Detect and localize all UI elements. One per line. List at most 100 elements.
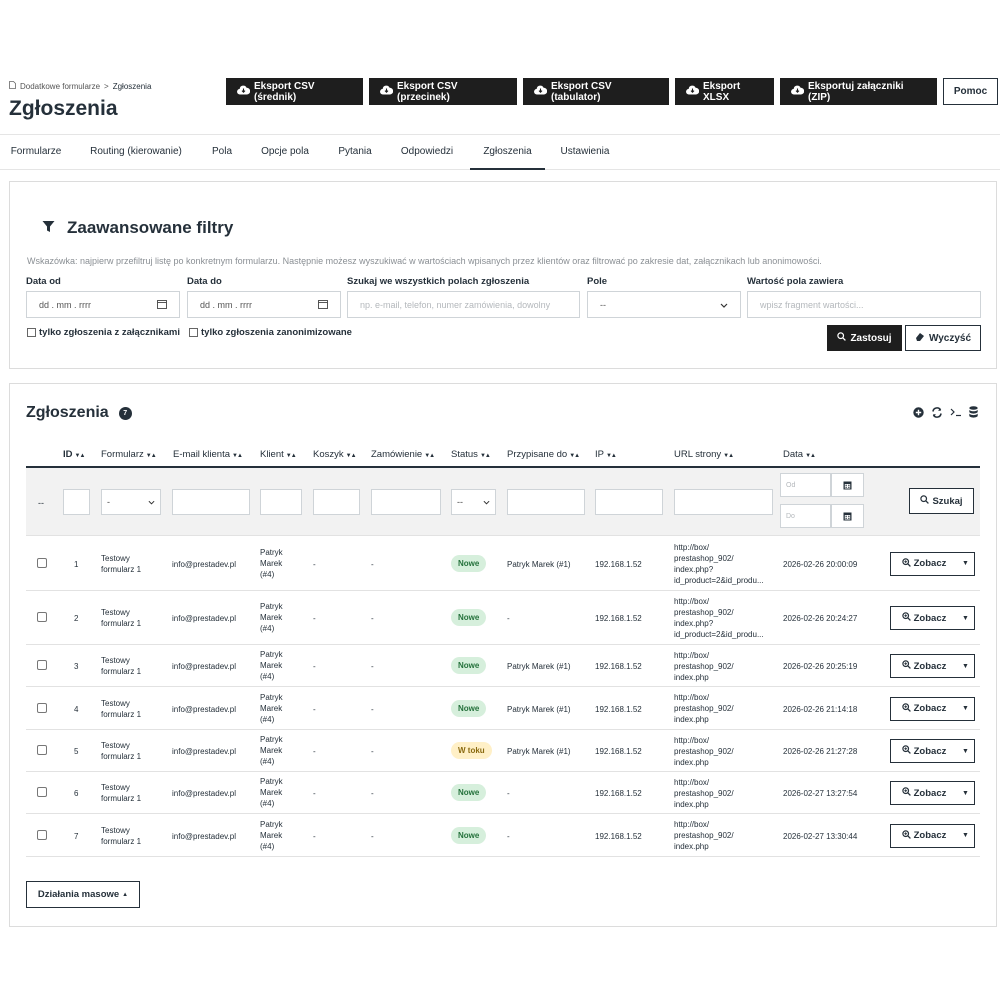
row-client[interactable]: Patryk Marek (#4) bbox=[260, 819, 283, 852]
checkbox-box[interactable] bbox=[27, 328, 36, 337]
view-button[interactable]: Zobacz bbox=[890, 606, 958, 630]
calendar-icon[interactable] bbox=[831, 504, 864, 528]
column-header-order[interactable]: Zamówienie ▼▲ bbox=[371, 449, 435, 460]
form-filter-select[interactable]: - bbox=[101, 489, 161, 515]
calendar-icon[interactable] bbox=[318, 299, 328, 311]
row-actions-dropdown[interactable]: ▼ bbox=[957, 696, 975, 721]
row-client[interactable]: Patryk Marek (#4) bbox=[260, 649, 283, 682]
row-url[interactable]: http://box/prestashop_902/index.php bbox=[674, 650, 734, 683]
tab-pola[interactable]: Pola bbox=[203, 135, 241, 170]
view-button[interactable]: Zobacz bbox=[890, 823, 958, 848]
status-filter-value: -- bbox=[457, 497, 463, 507]
refresh-icon[interactable] bbox=[931, 406, 943, 421]
row-client[interactable]: Patryk Marek (#4) bbox=[260, 692, 283, 725]
cart-filter-input[interactable] bbox=[313, 489, 360, 515]
breadcrumb-parent[interactable]: Dodatkowe formularze bbox=[20, 82, 100, 91]
apply-filters-button[interactable]: Zastosuj bbox=[827, 325, 902, 351]
export-csv-tab-button[interactable]: Eksport CSV (tabulator) bbox=[523, 78, 669, 105]
checkbox-box[interactable] bbox=[189, 328, 198, 337]
tab-zgloszenia[interactable]: Zgłoszenia bbox=[470, 135, 545, 170]
row-actions-dropdown[interactable]: ▼ bbox=[957, 606, 975, 630]
row-url[interactable]: http://box/prestashop_902/index.php? id_p… bbox=[674, 596, 764, 640]
date-to-filter-input[interactable]: Do bbox=[780, 504, 831, 528]
email-filter-input[interactable] bbox=[172, 489, 250, 515]
bulk-actions-button[interactable]: Działania masowe ▲ bbox=[26, 881, 140, 908]
column-header-email[interactable]: E-mail klienta ▼▲ bbox=[173, 449, 243, 460]
tab-formularze[interactable]: Formularze bbox=[0, 135, 72, 170]
export-csv-semicolon-button[interactable]: Eksport CSV (średnik) bbox=[226, 78, 363, 105]
row-actions-dropdown[interactable]: ▼ bbox=[957, 781, 975, 805]
id-filter-input[interactable] bbox=[63, 489, 90, 515]
date-to-input[interactable]: dd . mm . rrrr bbox=[187, 291, 341, 318]
export-csv-comma-button[interactable]: Eksport CSV (przecinek) bbox=[369, 78, 517, 105]
row-checkbox[interactable] bbox=[37, 660, 47, 670]
column-header-id[interactable]: ID ▼▲ bbox=[63, 449, 85, 460]
ip-filter-input[interactable] bbox=[595, 489, 663, 515]
column-header-client[interactable]: Klient ▼▲ bbox=[260, 449, 297, 460]
order-filter-input[interactable] bbox=[371, 489, 441, 515]
caret-down-icon: ▼ bbox=[962, 747, 969, 755]
column-header-assigned[interactable]: Przypisane do ▼▲ bbox=[507, 449, 580, 460]
client-filter-input[interactable] bbox=[260, 489, 302, 515]
tab-routing[interactable]: Routing (kierowanie) bbox=[80, 135, 192, 170]
export-xlsx-button[interactable]: Eksport XLSX bbox=[675, 78, 774, 105]
only-attachments-checkbox[interactable]: tylko zgłoszenia z załącznikami bbox=[27, 327, 180, 338]
export-zip-button[interactable]: Eksportuj załączniki (ZIP) bbox=[780, 78, 937, 105]
row-actions-dropdown[interactable]: ▼ bbox=[957, 823, 975, 848]
row-client[interactable]: Patryk Marek (#4) bbox=[260, 734, 283, 767]
row-url[interactable]: http://box/prestashop_902/index.php bbox=[674, 819, 734, 852]
view-button[interactable]: Zobacz bbox=[890, 739, 958, 763]
tab-ustawienia[interactable]: Ustawienia bbox=[553, 135, 617, 170]
only-anonymized-checkbox[interactable]: tylko zgłoszenia zanonimizowane bbox=[189, 327, 352, 338]
column-header-date[interactable]: Data ▼▲ bbox=[783, 449, 816, 460]
add-icon[interactable] bbox=[913, 406, 924, 421]
row-url[interactable]: http://box/prestashop_902/index.php bbox=[674, 777, 734, 810]
row-checkbox[interactable] bbox=[37, 787, 47, 797]
table-search-button[interactable]: Szukaj bbox=[909, 488, 974, 514]
row-actions-dropdown[interactable]: ▼ bbox=[957, 551, 975, 576]
url-filter-input[interactable] bbox=[674, 489, 773, 515]
search-all-input[interactable]: np. e-mail, telefon, numer zamówienia, d… bbox=[347, 291, 580, 318]
row-actions-dropdown[interactable]: ▼ bbox=[957, 739, 975, 763]
assigned-filter-input[interactable] bbox=[507, 489, 585, 515]
row-client[interactable]: Patryk Marek (#4) bbox=[260, 547, 283, 580]
view-button[interactable]: Zobacz bbox=[890, 654, 958, 678]
view-button[interactable]: Zobacz bbox=[890, 696, 958, 721]
row-url-line: index.php bbox=[674, 715, 709, 724]
clear-filters-button[interactable]: Wyczyść bbox=[905, 325, 981, 351]
database-icon[interactable] bbox=[969, 406, 978, 421]
calendar-icon[interactable] bbox=[157, 299, 167, 311]
field-select[interactable]: -- bbox=[587, 291, 741, 318]
column-header-form[interactable]: Formularz ▼▲ bbox=[101, 449, 157, 460]
row-checkbox[interactable] bbox=[37, 702, 47, 713]
row-client[interactable]: Patryk Marek (#4) bbox=[260, 601, 283, 634]
row-checkbox[interactable] bbox=[37, 745, 47, 755]
row-checkbox[interactable] bbox=[37, 557, 47, 568]
row-email: info@prestadev.pl bbox=[172, 747, 237, 756]
row-checkbox[interactable] bbox=[37, 612, 47, 622]
row-checkbox[interactable] bbox=[37, 829, 47, 840]
row-client[interactable]: Patryk Marek (#4) bbox=[260, 776, 283, 809]
page-title: Zgłoszenia bbox=[9, 97, 118, 120]
row-actions-dropdown[interactable]: ▼ bbox=[957, 654, 975, 678]
date-from-input[interactable]: dd . mm . rrrr bbox=[26, 291, 180, 318]
tab-odpowiedzi[interactable]: Odpowiedzi bbox=[392, 135, 462, 170]
row-url[interactable]: http://box/prestashop_902/index.php? id_p… bbox=[674, 542, 764, 586]
help-button[interactable]: Pomoc bbox=[943, 78, 998, 105]
row-url[interactable]: http://box/prestashop_902/index.php bbox=[674, 692, 734, 725]
row-url[interactable]: http://box/prestashop_902/index.php bbox=[674, 735, 734, 768]
bulk-actions-label: Działania masowe bbox=[37, 889, 120, 900]
calendar-icon[interactable] bbox=[831, 473, 864, 497]
tab-pytania[interactable]: Pytania bbox=[328, 135, 382, 170]
status-filter-select[interactable]: -- bbox=[451, 489, 496, 515]
column-header-url[interactable]: URL strony ▼▲ bbox=[674, 449, 734, 460]
date-from-filter-input[interactable]: Od bbox=[780, 473, 831, 497]
view-button[interactable]: Zobacz bbox=[890, 551, 958, 576]
column-header-status[interactable]: Status ▼▲ bbox=[451, 449, 491, 460]
column-header-cart[interactable]: Koszyk ▼▲ bbox=[313, 449, 357, 460]
column-header-ip[interactable]: IP ▼▲ bbox=[595, 449, 617, 460]
terminal-icon[interactable] bbox=[950, 407, 962, 420]
view-button[interactable]: Zobacz bbox=[890, 781, 958, 805]
tab-opcje-pola[interactable]: Opcje pola bbox=[252, 135, 318, 170]
field-value-input[interactable]: wpisz fragment wartości... bbox=[747, 291, 981, 318]
